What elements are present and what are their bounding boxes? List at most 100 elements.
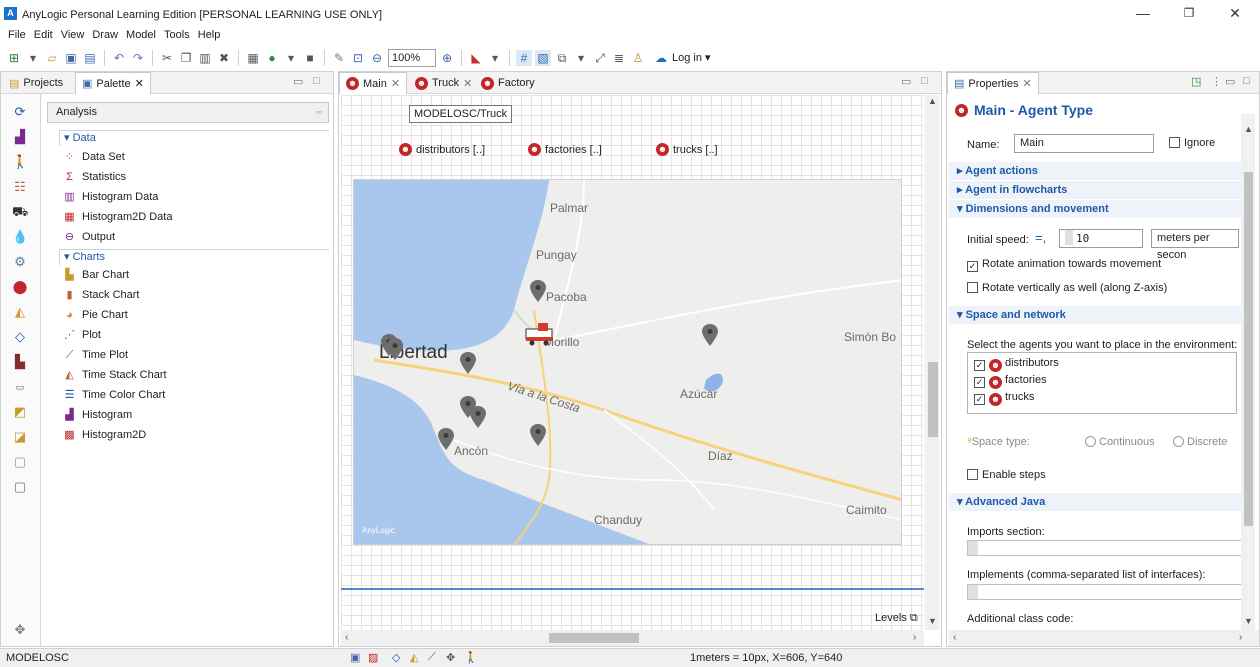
- connect-icon[interactable]: ⤢: [592, 50, 608, 66]
- material-library-icon[interactable]: ⚙: [12, 254, 28, 270]
- rail-library-icon[interactable]: ☷: [12, 179, 28, 195]
- statechart-status-icon[interactable]: ◇: [392, 651, 400, 664]
- minimize-panel-icon[interactable]: ▭: [1225, 75, 1235, 88]
- copy-icon[interactable]: ❐: [178, 50, 194, 66]
- scroll-up-icon[interactable]: ▲: [1244, 124, 1253, 134]
- close-button[interactable]: ✕: [1212, 0, 1258, 27]
- pedestrian-library-icon[interactable]: 🚶: [12, 154, 28, 170]
- fluid-library-icon[interactable]: 💧: [12, 229, 28, 245]
- menu-tools[interactable]: Tools: [160, 27, 194, 44]
- location-pin-icon[interactable]: [470, 406, 486, 428]
- agent-list-item[interactable]: ✓ ☻ trucks: [974, 391, 1034, 406]
- chart-status-icon[interactable]: ▨: [368, 651, 378, 664]
- tab-palette[interactable]: ▣ Palette ✕: [75, 72, 151, 94]
- tab-factory[interactable]: ☻ Factory: [475, 72, 541, 94]
- menu-edit[interactable]: Edit: [30, 27, 57, 44]
- close-tab-icon[interactable]: ✕: [391, 77, 400, 90]
- rotate-animation-checkbox[interactable]: ✓ Rotate animation towards movement: [967, 258, 1161, 272]
- section-agent-flowcharts[interactable]: ▸ Agent in flowcharts: [949, 181, 1241, 199]
- palette-item-histogram2d-data[interactable]: ▦ Histogram2D Data: [63, 207, 172, 227]
- palette-item-time-stack-chart[interactable]: ◭ Time Stack Chart: [63, 365, 166, 385]
- name-field[interactable]: Main: [1014, 134, 1154, 153]
- palette-item-pie-chart[interactable]: ◕ Pie Chart: [63, 305, 128, 325]
- agents-list[interactable]: ✓ ☻ distributors ✓ ☻ factories ✓ ☻ trucks: [967, 352, 1237, 414]
- radio-discrete[interactable]: Discrete: [1173, 436, 1227, 448]
- analysis-category-icon[interactable]: ⟳: [12, 104, 28, 120]
- grid-icon[interactable]: #: [516, 49, 532, 66]
- add-palette-icon[interactable]: ✥: [12, 622, 28, 638]
- presentation-status-icon[interactable]: ◭: [410, 651, 418, 664]
- agent-distributors[interactable]: ☻ distributors [..]: [399, 143, 485, 156]
- run-icon[interactable]: ●: [264, 50, 280, 66]
- save-icon[interactable]: ▣: [63, 50, 79, 66]
- palette-item-statistics[interactable]: Σ Statistics: [63, 167, 126, 187]
- maximize-panel-icon[interactable]: □: [1243, 75, 1250, 87]
- minimize-panel-icon[interactable]: ▭: [901, 75, 911, 88]
- radio-continuous[interactable]: Continuous: [1085, 436, 1155, 448]
- gis-map[interactable]: Palmar Pungay Pacoba Morillo Simón Bo Li…: [353, 179, 902, 545]
- zoom-select[interactable]: 100%: [388, 48, 436, 67]
- delete-icon[interactable]: ✖: [216, 50, 232, 66]
- palette-item-plot[interactable]: ⋰ Plot: [63, 325, 101, 345]
- location-pin-icon[interactable]: [530, 424, 546, 446]
- system-dynamics-icon[interactable]: ▙: [12, 354, 28, 370]
- statechart-icon[interactable]: ◇: [12, 329, 28, 345]
- palette-item-time-color-chart[interactable]: ☰ Time Color Chart: [63, 385, 166, 405]
- location-pin-icon[interactable]: [702, 324, 718, 346]
- maximize-panel-icon[interactable]: □: [921, 75, 928, 87]
- ignore-checkbox[interactable]: Ignore: [1169, 137, 1215, 149]
- connectivity-icon[interactable]: ▢: [12, 454, 28, 470]
- zoom-in-icon[interactable]: ⊕: [439, 50, 455, 66]
- scroll-down-icon[interactable]: ▼: [928, 616, 937, 626]
- cut-icon[interactable]: ✂: [159, 50, 175, 66]
- canvas-vertical-scroll-thumb[interactable]: [928, 362, 938, 437]
- tab-properties[interactable]: ▤ Properties ✕: [947, 72, 1039, 94]
- palette-item-histogram[interactable]: ▟ Histogram: [63, 405, 132, 425]
- close-tab-icon[interactable]: ✕: [1023, 77, 1032, 90]
- marker-dropdown-icon[interactable]: ▾: [487, 50, 503, 66]
- minimize-button[interactable]: —: [1120, 0, 1166, 27]
- new-window-icon[interactable]: ◳: [1191, 75, 1201, 88]
- minimize-panel-icon[interactable]: ▭: [293, 75, 303, 88]
- scroll-up-icon[interactable]: ▲: [928, 96, 937, 106]
- location-pin-icon[interactable]: [530, 280, 546, 302]
- canvas-horizontal-scroll-thumb[interactable]: [549, 633, 639, 643]
- open-icon[interactable]: ▾: [25, 50, 41, 66]
- agent-factories[interactable]: ☻ factories [..]: [528, 143, 602, 156]
- static-value-icon[interactable]: =,: [1035, 230, 1046, 245]
- pencil-icon[interactable]: ✎: [331, 50, 347, 66]
- palette-category-header[interactable]: Analysis ▫▫: [47, 102, 329, 123]
- pictures-icon[interactable]: ◩: [12, 404, 28, 420]
- group-data[interactable]: ▾ Data: [59, 130, 329, 146]
- more-icon[interactable]: ▢: [12, 479, 28, 495]
- palette-item-data-set[interactable]: ⁘ Data Set: [63, 147, 125, 167]
- redo-icon[interactable]: ↷: [130, 50, 146, 66]
- properties-horizontal-scrollbar[interactable]: [949, 630, 1259, 646]
- layers-dropdown-icon[interactable]: ▾: [573, 50, 589, 66]
- new-icon[interactable]: ⊞: [6, 50, 22, 66]
- levels-button[interactable]: Levels ⧉: [875, 612, 918, 625]
- person-status-icon[interactable]: 🚶: [464, 651, 478, 664]
- section-dimensions[interactable]: ▾ Dimensions and movement: [949, 200, 1241, 218]
- run-dropdown-icon[interactable]: ▾: [283, 50, 299, 66]
- enable-steps-checkbox[interactable]: Enable steps: [967, 469, 1046, 481]
- 3d-objects-icon[interactable]: ◪: [12, 429, 28, 445]
- section-advanced-java[interactable]: ▾ Advanced Java: [949, 493, 1241, 511]
- scroll-down-icon[interactable]: ▼: [1244, 616, 1253, 626]
- menu-model[interactable]: Model: [122, 27, 160, 44]
- section-space-network[interactable]: ▾ Space and network: [949, 306, 1241, 324]
- zoom-out-icon[interactable]: ⊖: [369, 50, 385, 66]
- presentation-icon[interactable]: ◭: [12, 304, 28, 320]
- group-charts[interactable]: ▾ Charts: [59, 249, 329, 265]
- grid-status-icon[interactable]: ▣: [350, 651, 360, 664]
- editor-canvas[interactable]: MODELOSC/Truck ☻ distributors [..] ☻ fac…: [341, 95, 924, 630]
- scroll-left-icon[interactable]: ‹: [953, 632, 956, 643]
- stop-icon[interactable]: ■: [302, 50, 318, 66]
- view-mode-icon[interactable]: ▫▫: [316, 103, 322, 122]
- maximize-panel-icon[interactable]: □: [313, 75, 320, 87]
- properties-vertical-scroll-thumb[interactable]: [1244, 172, 1253, 526]
- palette-item-histogram2d[interactable]: ▩ Histogram2D: [63, 425, 146, 445]
- imports-field[interactable]: [967, 540, 1241, 556]
- view-menu-icon[interactable]: ⋮: [1211, 75, 1222, 88]
- speed-unit-select[interactable]: meters per secon: [1151, 229, 1239, 261]
